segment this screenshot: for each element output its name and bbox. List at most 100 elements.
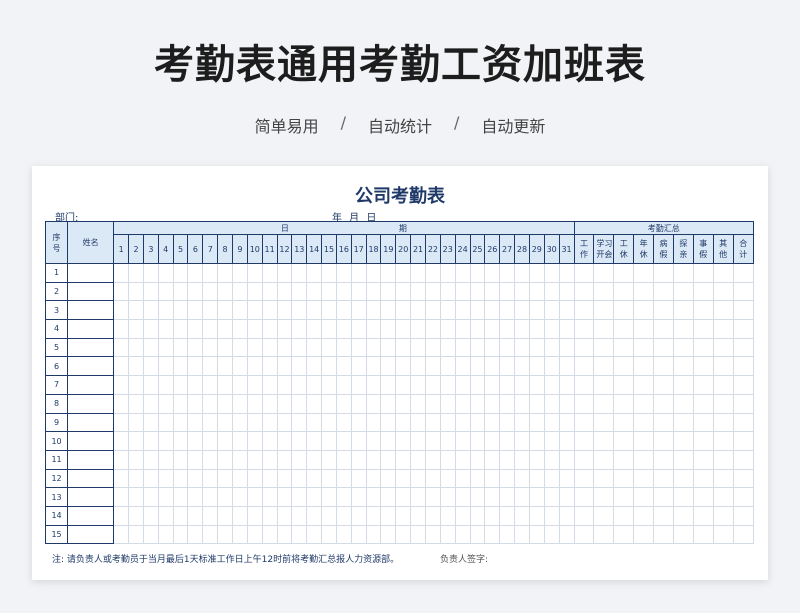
day-cell[interactable] (113, 300, 130, 321)
name-cell[interactable] (67, 393, 115, 414)
day-cell[interactable] (321, 449, 337, 470)
day-cell[interactable] (454, 468, 471, 489)
day-cell[interactable] (514, 281, 530, 302)
day-cell[interactable] (217, 468, 234, 489)
day-cell[interactable] (395, 524, 412, 545)
day-cell[interactable] (291, 319, 308, 339)
day-cell[interactable] (335, 337, 352, 358)
summary-cell[interactable] (573, 263, 595, 283)
day-cell[interactable] (217, 431, 234, 451)
day-cell[interactable] (395, 505, 412, 526)
day-cell[interactable] (291, 263, 308, 283)
summary-cell[interactable] (613, 431, 635, 451)
day-cell[interactable] (410, 263, 426, 283)
day-cell[interactable] (321, 281, 337, 302)
day-cell[interactable] (261, 412, 278, 433)
summary-cell[interactable] (712, 319, 734, 339)
day-cell[interactable] (172, 281, 189, 302)
day-cell[interactable] (454, 412, 471, 433)
day-cell[interactable] (350, 487, 367, 507)
day-cell[interactable] (261, 393, 278, 414)
day-cell[interactable] (528, 375, 545, 395)
summary-cell[interactable] (692, 337, 714, 358)
summary-cell[interactable] (613, 412, 635, 433)
day-cell[interactable] (454, 300, 471, 321)
day-cell[interactable] (172, 356, 189, 377)
day-cell[interactable] (217, 319, 234, 339)
day-cell[interactable] (469, 281, 486, 302)
day-cell[interactable] (454, 281, 471, 302)
day-cell[interactable] (113, 375, 130, 395)
summary-cell[interactable] (732, 431, 755, 451)
day-cell[interactable] (113, 319, 130, 339)
day-cell[interactable] (380, 412, 397, 433)
day-cell[interactable] (439, 524, 456, 545)
day-cell[interactable] (306, 300, 323, 321)
day-cell[interactable] (291, 449, 308, 470)
summary-cell[interactable] (593, 263, 615, 283)
day-cell[interactable] (469, 375, 486, 395)
day-cell[interactable] (395, 300, 412, 321)
day-cell[interactable] (172, 300, 189, 321)
summary-cell[interactable] (732, 468, 755, 489)
day-cell[interactable] (469, 449, 486, 470)
summary-cell[interactable] (712, 431, 734, 451)
summary-cell[interactable] (732, 300, 755, 321)
summary-cell[interactable] (672, 356, 694, 377)
summary-cell[interactable] (573, 524, 595, 545)
day-cell[interactable] (350, 281, 367, 302)
day-cell[interactable] (157, 487, 174, 507)
summary-cell[interactable] (633, 524, 655, 545)
day-cell[interactable] (291, 300, 308, 321)
summary-cell[interactable] (672, 431, 694, 451)
day-cell[interactable] (187, 375, 204, 395)
day-cell[interactable] (424, 431, 441, 451)
summary-cell[interactable] (573, 505, 595, 526)
day-cell[interactable] (410, 319, 426, 339)
summary-cell[interactable] (613, 375, 635, 395)
day-cell[interactable] (439, 375, 456, 395)
day-cell[interactable] (410, 487, 426, 507)
day-cell[interactable] (321, 263, 337, 283)
day-cell[interactable] (128, 524, 144, 545)
day-cell[interactable] (528, 412, 545, 433)
day-cell[interactable] (514, 337, 530, 358)
day-cell[interactable] (246, 524, 263, 545)
day-cell[interactable] (380, 263, 397, 283)
summary-cell[interactable] (712, 449, 734, 470)
day-cell[interactable] (484, 375, 501, 395)
name-cell[interactable] (67, 300, 115, 321)
day-cell[interactable] (335, 505, 352, 526)
day-cell[interactable] (157, 412, 174, 433)
day-cell[interactable] (514, 505, 530, 526)
day-cell[interactable] (306, 412, 323, 433)
summary-cell[interactable] (692, 449, 714, 470)
summary-cell[interactable] (633, 375, 655, 395)
day-cell[interactable] (261, 319, 278, 339)
day-cell[interactable] (365, 356, 382, 377)
summary-cell[interactable] (653, 431, 674, 451)
summary-cell[interactable] (653, 524, 674, 545)
day-cell[interactable] (128, 375, 144, 395)
summary-cell[interactable] (692, 300, 714, 321)
day-cell[interactable] (128, 505, 144, 526)
summary-cell[interactable] (633, 337, 655, 358)
day-cell[interactable] (187, 468, 204, 489)
day-cell[interactable] (246, 393, 263, 414)
day-cell[interactable] (113, 431, 130, 451)
day-cell[interactable] (128, 449, 144, 470)
day-cell[interactable] (335, 319, 352, 339)
day-cell[interactable] (499, 487, 516, 507)
day-cell[interactable] (395, 263, 412, 283)
day-cell[interactable] (261, 524, 278, 545)
day-cell[interactable] (424, 449, 441, 470)
summary-cell[interactable] (633, 319, 655, 339)
summary-cell[interactable] (653, 263, 674, 283)
summary-cell[interactable] (712, 505, 734, 526)
day-cell[interactable] (380, 487, 397, 507)
day-cell[interactable] (232, 393, 248, 414)
summary-cell[interactable] (692, 393, 714, 414)
summary-cell[interactable] (653, 393, 674, 414)
day-cell[interactable] (276, 449, 293, 470)
day-cell[interactable] (484, 431, 501, 451)
